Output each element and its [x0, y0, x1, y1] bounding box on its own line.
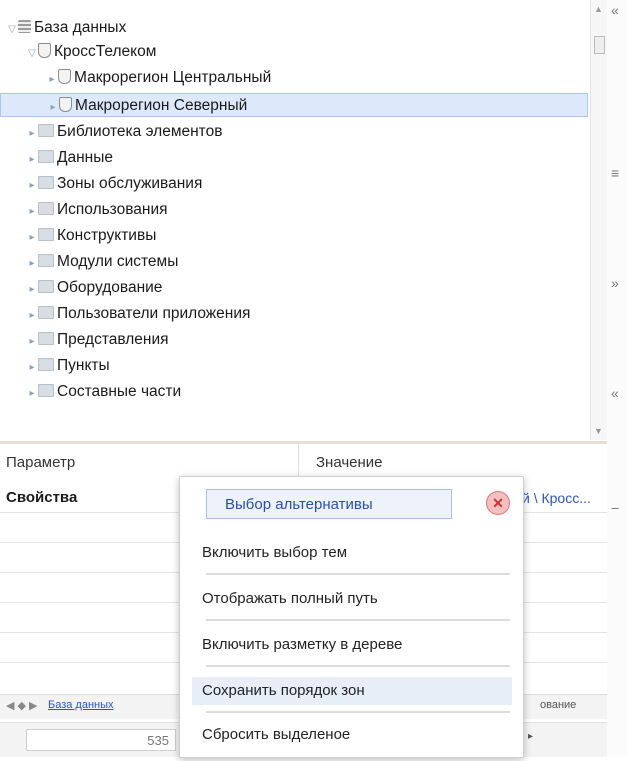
tree-node-selected[interactable]: ▸ Макрорегион Северный	[0, 93, 588, 117]
tree-node[interactable]: ▸ Пользователи приложения	[26, 302, 250, 326]
column-header-param[interactable]: Параметр	[6, 450, 75, 476]
tree-node[interactable]: ▸ Использования	[26, 198, 168, 224]
folder-icon	[38, 306, 54, 320]
folder-icon	[38, 150, 54, 164]
database-icon	[18, 20, 31, 34]
tree-scrollbar[interactable]: ▲ ▼	[590, 0, 607, 440]
tree-node[interactable]: ▸ Макрорегион Центральный	[46, 66, 271, 90]
menu-separator	[206, 711, 510, 713]
tree-panel: ▽ База данных ▽ КроссТелеком ▸ Макрорегион …	[0, 0, 590, 440]
tab-database[interactable]: База данных	[48, 699, 114, 711]
tab-nav-icon[interactable]: ◀ ◆ ▶	[6, 699, 38, 712]
menu-item-save-zone-order[interactable]: Сохранить порядок зон	[192, 677, 512, 705]
collapse-arrow-icon[interactable]: ▸	[26, 148, 38, 172]
tree-node-label: Макрорегион Северный	[75, 97, 248, 114]
context-menu: Выбор альтернативы ✕ Включить выбор тем …	[179, 476, 524, 758]
tree-node-label: Составные части	[57, 383, 182, 400]
folder-icon	[38, 280, 54, 294]
menu-separator	[206, 665, 510, 667]
folder-icon	[38, 254, 54, 268]
tree-node-label: Представления	[57, 331, 169, 348]
menu-separator	[206, 619, 510, 621]
tree-node[interactable]: ▽ КроссТелеком	[26, 40, 156, 64]
folder-icon	[38, 358, 54, 372]
scroll-up-icon[interactable]: ▲	[594, 4, 603, 14]
folder-icon	[38, 332, 54, 346]
collapse-arrow-icon[interactable]: ▸	[46, 68, 58, 92]
menu-separator	[206, 573, 510, 575]
folder-icon	[38, 228, 54, 242]
tree-node-label: КроссТелеком	[54, 43, 157, 60]
tree-node-label: Оборудование	[57, 279, 163, 296]
tree-node[interactable]: ▸ Данные	[26, 146, 113, 170]
scroll-down-icon[interactable]: ▼	[594, 426, 603, 436]
side-toolbar: « ≡ » « −	[607, 0, 627, 756]
tree-node[interactable]: ▽ База данных	[6, 16, 126, 40]
collapse-arrow-icon[interactable]: ▸	[26, 278, 38, 302]
shield-icon	[58, 69, 71, 85]
tree-node[interactable]: ▸ Пункты	[26, 354, 110, 380]
expand-arrow-icon[interactable]: ▽	[6, 18, 18, 42]
tree-node-label: Пользователи приложения	[57, 305, 251, 322]
close-icon[interactable]: ✕	[486, 491, 510, 515]
collapse-arrow-icon[interactable]: ▸	[26, 382, 38, 406]
shield-icon	[59, 97, 72, 113]
folder-icon	[38, 384, 54, 398]
tree-node-label: Модули системы	[57, 253, 179, 270]
menu-header[interactable]: Выбор альтернативы	[206, 489, 452, 519]
collapse-arrow-icon[interactable]: ▸	[47, 96, 59, 120]
tree-node-label: Пункты	[57, 357, 110, 374]
collapse-arrow-icon[interactable]: ▸	[26, 330, 38, 354]
collapse-arrow-icon[interactable]: ▸	[26, 200, 38, 224]
tree-node-label: Макрорегион Центральный	[74, 69, 272, 86]
value-cell[interactable]: й \ Кросс...	[522, 490, 591, 506]
tree-node-label: База данных	[34, 19, 127, 36]
tab-usage[interactable]: ование	[540, 699, 576, 711]
tree-node[interactable]: ▸ Составные части	[26, 380, 181, 404]
tree-node-label: Конструктивы	[57, 227, 157, 244]
minimize-icon[interactable]: −	[611, 500, 619, 516]
tree-node[interactable]: ▸ Зоны обслуживания	[26, 172, 202, 196]
tree-node[interactable]: ▸ Модули системы	[26, 250, 178, 274]
collapse-arrow-icon[interactable]: ▸	[26, 356, 38, 380]
tree-node[interactable]: ▸ Оборудование	[26, 276, 162, 300]
tree-node[interactable]: ▸ Библиотека элементов	[26, 120, 222, 144]
collapse-left-icon[interactable]: «	[611, 2, 619, 18]
folder-icon	[38, 202, 54, 216]
tree-node-label: Использования	[57, 201, 168, 218]
tree-node-label: Библиотека элементов	[57, 123, 223, 140]
collapse-arrow-icon[interactable]: ▸	[26, 304, 38, 328]
collapse-arrow-icon[interactable]: ▸	[26, 226, 38, 250]
column-header-value[interactable]: Значение	[316, 450, 383, 476]
param-cell: Свойства	[6, 489, 78, 506]
scroll-thumb[interactable]	[594, 36, 605, 54]
tree-node-label: Данные	[57, 149, 113, 166]
collapse-arrow-icon[interactable]: ▸	[26, 174, 38, 198]
menu-icon[interactable]: ≡	[611, 165, 619, 181]
play-icon[interactable]: ▸	[528, 731, 533, 742]
menu-item-reset-selection[interactable]: Сбросить выделеное	[192, 721, 512, 761]
collapse-arrow-icon[interactable]: ▸	[26, 252, 38, 276]
number-field[interactable]: 535	[26, 729, 176, 751]
tree-node[interactable]: ▸ Конструктивы	[26, 224, 156, 248]
collapse-left-icon[interactable]: «	[611, 385, 619, 401]
shield-icon	[38, 43, 51, 59]
tree-node[interactable]: ▸ Представления	[26, 328, 169, 354]
collapse-arrow-icon[interactable]: ▸	[26, 122, 38, 146]
folder-icon	[38, 176, 54, 190]
expand-right-icon[interactable]: »	[611, 275, 619, 291]
expand-arrow-icon[interactable]: ▽	[26, 42, 38, 66]
folder-icon	[38, 124, 54, 138]
tree-node-label: Зоны обслуживания	[57, 175, 203, 192]
